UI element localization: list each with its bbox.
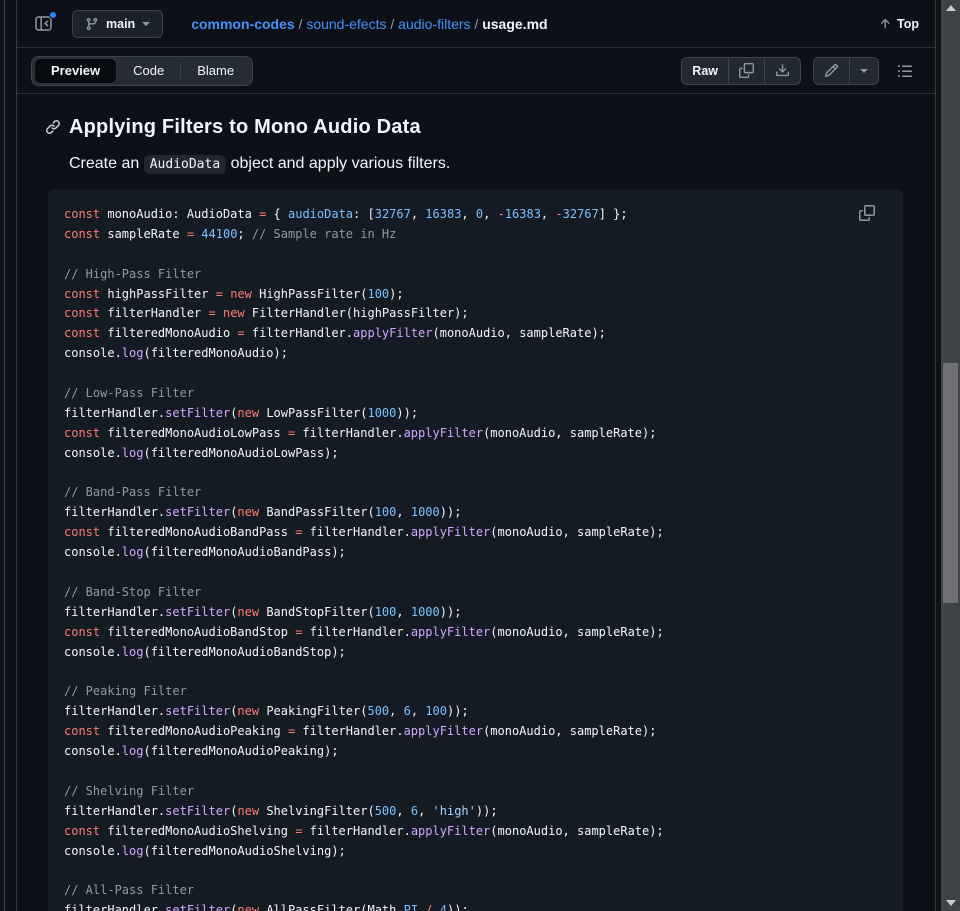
code-line: // Shelving Filter [64,782,887,802]
breadcrumb-usage.md: usage.md [482,16,547,32]
code-line: const sampleRate = 44100; // Sample rate… [64,225,887,245]
sidebar-toggle-button[interactable] [30,11,56,37]
code-line [64,662,887,682]
chevron-down-icon [142,22,150,26]
code-line: // All-Pass Filter [64,881,887,901]
triangle-down-icon [946,900,956,906]
code-line: // Band-Pass Filter [64,483,887,503]
code-line: const filteredMonoAudioShelving = filter… [64,822,887,842]
code-line: // Band-Stop Filter [64,583,887,603]
code-line: filterHandler.setFilter(new ShelvingFilt… [64,802,887,822]
copy-icon [859,205,875,221]
code-line: const filteredMonoAudioPeaking = filterH… [64,722,887,742]
branch-selector-button[interactable]: main [72,10,163,38]
raw-button[interactable]: Raw [682,58,728,84]
scrollbar-up-arrow[interactable] [941,0,960,16]
branch-name: main [106,17,135,31]
scroll-to-top-link[interactable]: Top [878,17,919,31]
side-panel-icon [35,16,52,31]
intro-text-after: object and apply various filters. [226,155,450,172]
top-link-label: Top [897,17,919,31]
git-branch-icon [85,17,99,31]
tab-code[interactable]: Code [117,58,180,84]
breadcrumb-separator: / [387,16,399,32]
code-line: console.log(filteredMonoAudioBandPass); [64,543,887,563]
outline-button[interactable] [891,57,919,85]
left-edge-divider [4,0,5,911]
pencil-icon [824,63,839,78]
code-line [64,364,887,384]
code-line: filterHandler.setFilter(new PeakingFilte… [64,702,887,722]
code-line: const filterHandler = new FilterHandler(… [64,304,887,324]
file-view-container: main common-codes / sound-efects / audio… [16,0,936,911]
chevron-down-icon [860,69,868,73]
page-title: Applying Filters to Mono Audio Data [69,116,903,139]
edit-dropdown-button[interactable] [850,58,878,84]
scrollbar-thumb[interactable] [943,363,958,603]
code-line: console.log(filteredMonoAudioPeaking); [64,742,887,762]
arrow-up-icon [878,17,892,31]
code-line: filterHandler.setFilter(new AllPassFilte… [64,901,887,911]
edit-file-button[interactable] [814,58,849,84]
code-line [64,563,887,583]
breadcrumb: common-codes / sound-efects / audio-filt… [191,16,547,32]
code-line: const monoAudio: AudioData = { audioData… [64,205,887,225]
download-icon [775,63,790,78]
copy-raw-button[interactable] [729,58,764,84]
notification-dot [49,11,57,19]
copy-icon [739,63,754,78]
breadcrumb-separator: / [471,16,483,32]
code-line: const filteredMonoAudioBandStop = filter… [64,623,887,643]
code-line [64,762,887,782]
code-line [64,861,887,881]
vertical-scrollbar[interactable] [941,0,960,911]
file-toolbar: PreviewCodeBlame Raw [17,48,935,94]
code-line: // High-Pass Filter [64,265,887,285]
tab-blame[interactable]: Blame [181,58,250,84]
code-line: console.log(filteredMonoAudioShelving); [64,842,887,862]
code-line: const filteredMonoAudioBandPass = filter… [64,523,887,543]
intro-text-before: Create an [69,155,144,172]
raw-button-group: Raw [681,57,801,85]
code-line: console.log(filteredMonoAudioBandStop); [64,643,887,663]
code-line [64,245,887,265]
edit-button-group [813,57,879,85]
file-header-bar: main common-codes / sound-efects / audio… [17,0,935,48]
section-heading: Applying Filters to Mono Audio Data [69,116,903,139]
breadcrumb-common-codes[interactable]: common-codes [191,16,294,32]
code-line: const filteredMonoAudioLowPass = filterH… [64,424,887,444]
code-line: const filteredMonoAudio = filterHandler.… [64,324,887,344]
code-line: // Peaking Filter [64,682,887,702]
download-button[interactable] [765,58,800,84]
code-lines: const monoAudio: AudioData = { audioData… [64,205,887,911]
scrollbar-down-arrow[interactable] [941,895,960,911]
triangle-up-icon [946,5,956,11]
copy-code-button[interactable] [853,199,881,227]
code-line: filterHandler.setFilter(new BandPassFilt… [64,503,887,523]
heading-anchor-link[interactable] [45,119,61,140]
breadcrumb-separator: / [295,16,307,32]
intro-paragraph: Create an AudioData object and apply var… [69,155,903,173]
tab-preview[interactable]: Preview [34,58,117,84]
code-line: filterHandler.setFilter(new BandStopFilt… [64,603,887,623]
breadcrumb-audio-filters[interactable]: audio-filters [398,16,470,32]
link-icon [45,119,61,135]
list-unordered-icon [897,63,913,79]
markdown-body: Applying Filters to Mono Audio Data Crea… [17,94,935,911]
file-view-tabs: PreviewCodeBlame [31,56,253,86]
breadcrumb-sound-efects[interactable]: sound-efects [306,16,386,32]
inline-code-chip: AudioData [144,155,226,174]
code-line: filterHandler.setFilter(new LowPassFilte… [64,404,887,424]
code-line: console.log(filteredMonoAudioLowPass); [64,444,887,464]
code-line: const highPassFilter = new HighPassFilte… [64,285,887,305]
code-line: console.log(filteredMonoAudio); [64,344,887,364]
code-line [64,464,887,484]
code-block: const monoAudio: AudioData = { audioData… [48,189,903,911]
code-line: // Low-Pass Filter [64,384,887,404]
